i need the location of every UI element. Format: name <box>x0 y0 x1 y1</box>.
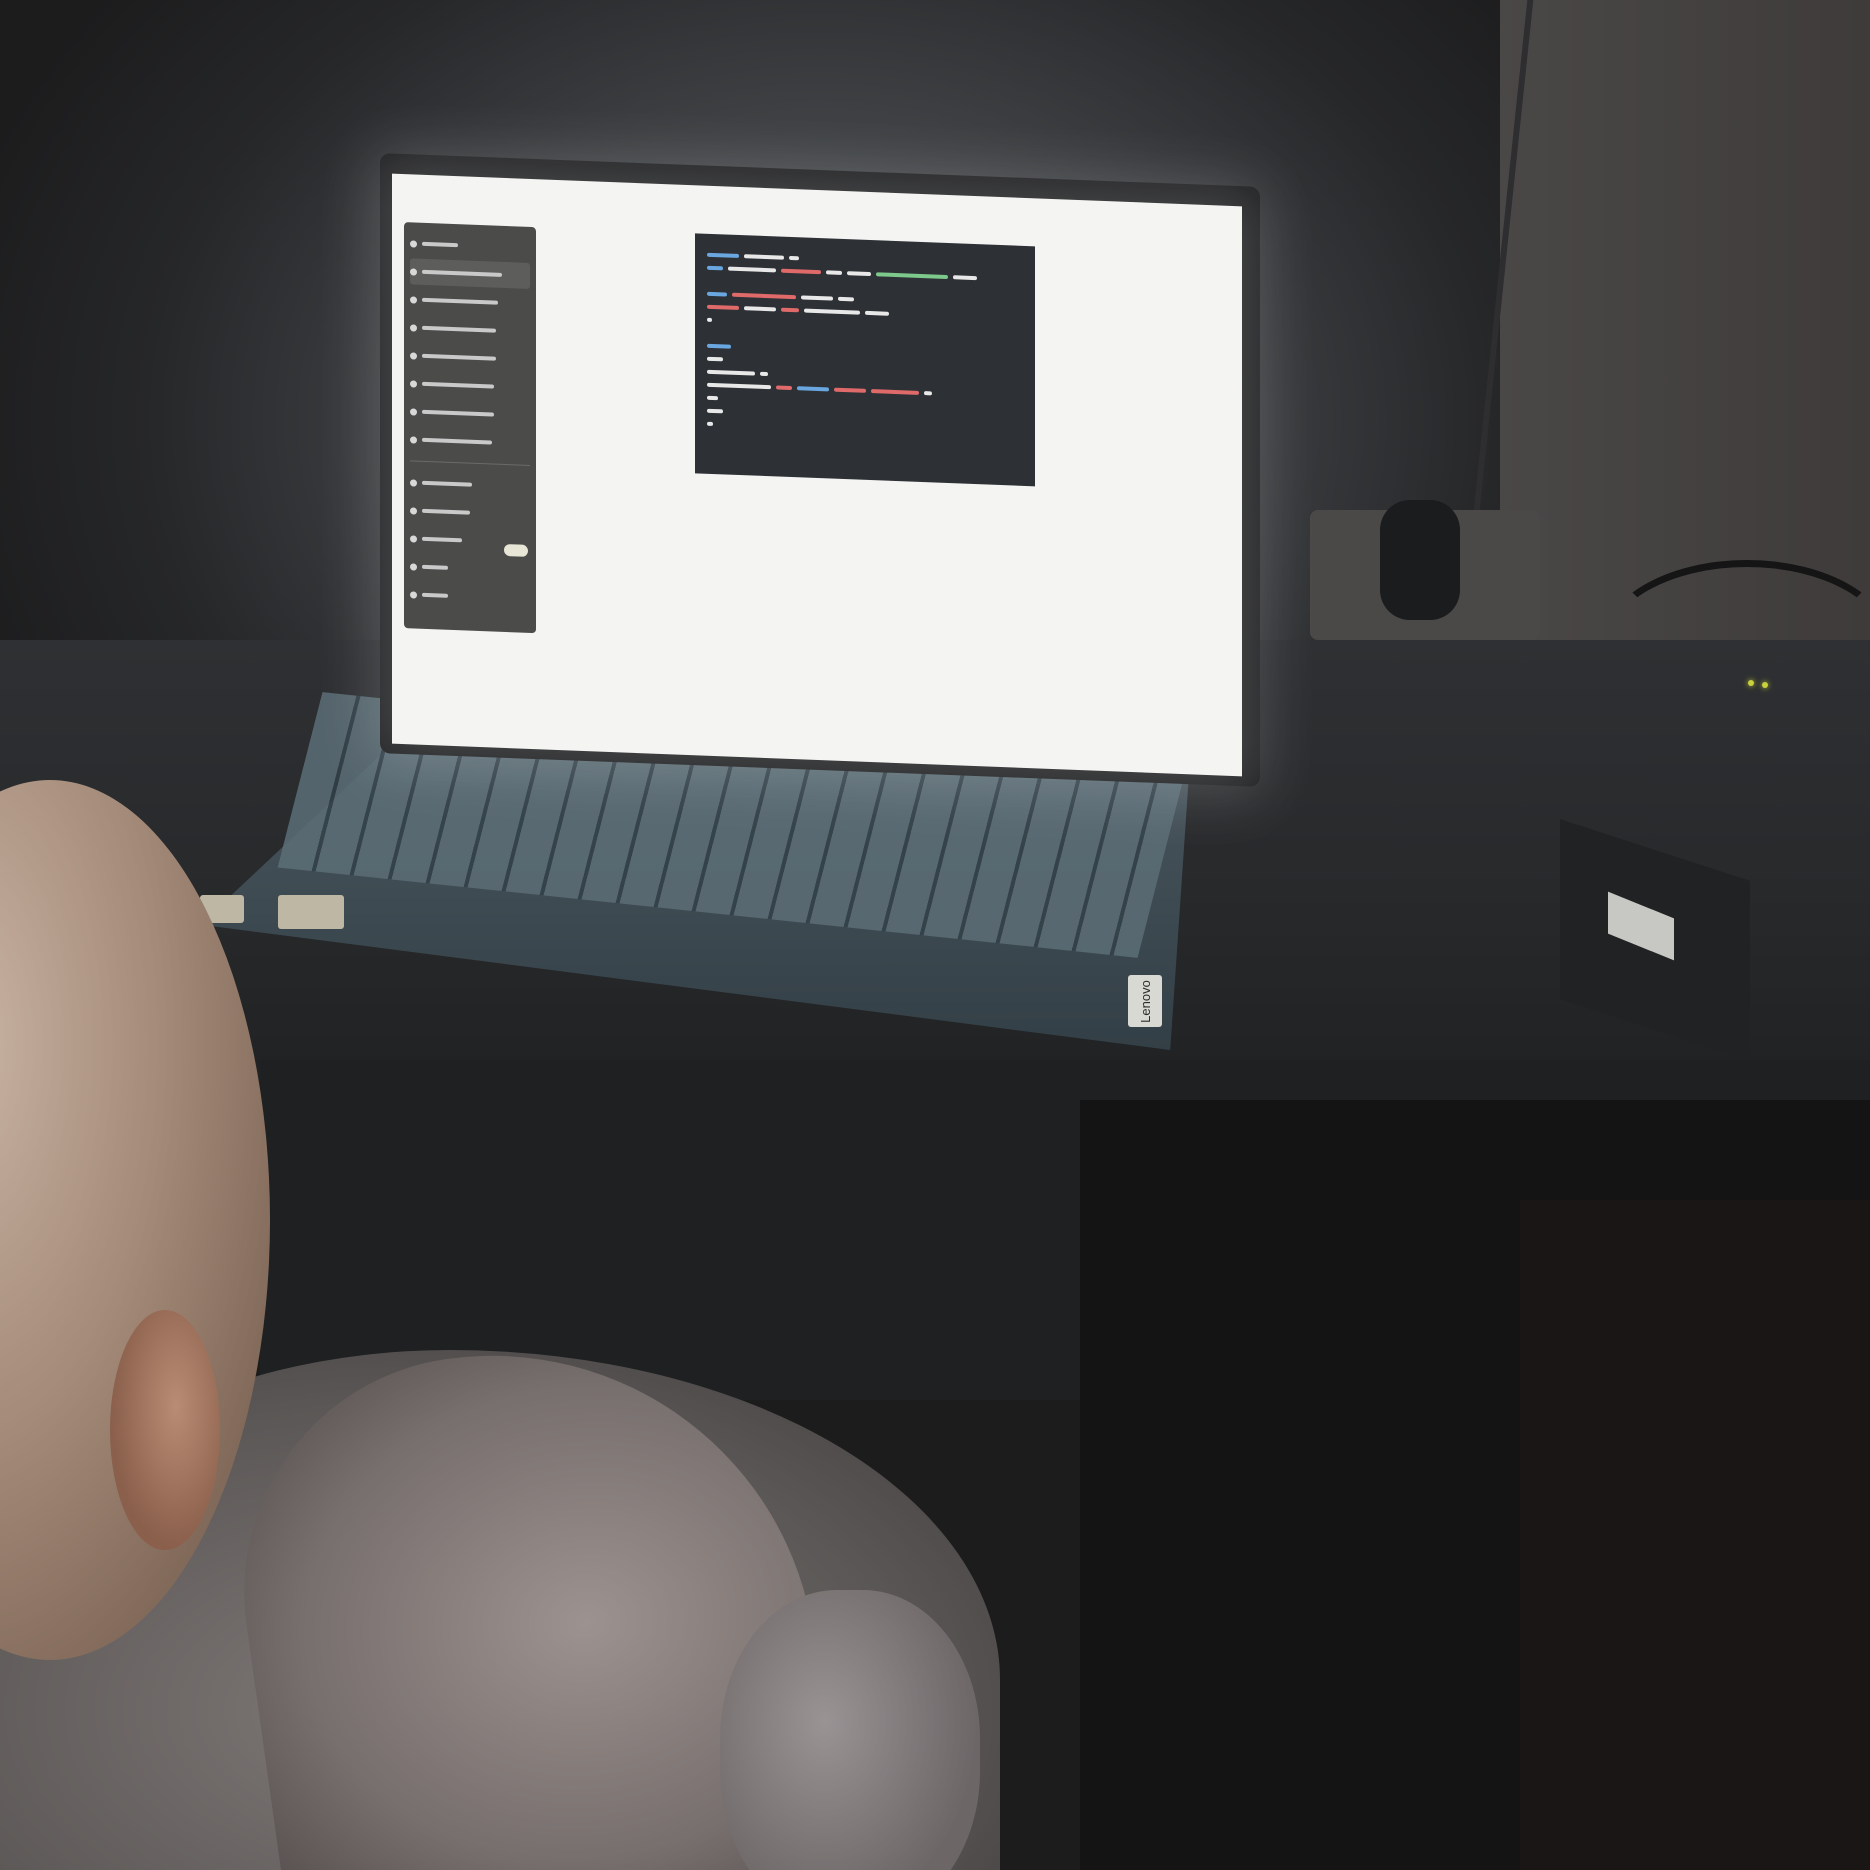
sidebar-item[interactable] <box>410 469 530 500</box>
sidebar-item-label <box>422 325 496 333</box>
code-line <box>707 304 1023 321</box>
sidebar-item-label <box>422 353 496 361</box>
code-token <box>876 272 948 280</box>
sidebar-item-icon <box>410 323 417 332</box>
code-line <box>707 343 1023 360</box>
code-token <box>707 291 727 297</box>
code-token <box>953 275 977 281</box>
sidebar-footer-item[interactable] <box>410 553 530 584</box>
sidebar-footer-icon <box>410 506 417 515</box>
laptop-sticker <box>278 895 344 929</box>
photo-scene: Lenovo <box>0 0 1870 1870</box>
sidebar-item[interactable] <box>410 230 530 261</box>
sidebar-item-label <box>422 480 472 487</box>
furniture-right <box>1520 1200 1870 1870</box>
code-token <box>847 271 871 277</box>
code-token <box>707 408 723 414</box>
code-token <box>776 385 792 391</box>
sidebar-item[interactable] <box>410 426 530 457</box>
code-token <box>707 343 731 349</box>
laptop-screen <box>392 173 1242 777</box>
sidebar-item[interactable] <box>410 342 530 373</box>
sidebar-item[interactable] <box>410 398 530 429</box>
sidebar-footer-label <box>422 564 448 570</box>
code-token <box>838 296 854 302</box>
sidebar-footer-label <box>422 536 462 543</box>
code-line <box>707 382 1023 399</box>
sidebar-item-icon <box>410 295 417 304</box>
code-token <box>707 304 739 311</box>
code-token <box>865 310 889 316</box>
sidebar-footer-item[interactable] <box>410 497 530 528</box>
code-token <box>789 255 799 261</box>
sidebar-item-icon <box>410 351 417 360</box>
theme-toggle[interactable] <box>504 543 528 557</box>
code-line <box>707 421 1023 438</box>
code-line <box>707 369 1023 386</box>
sidebar-item-icon <box>410 379 417 388</box>
code-token <box>728 266 776 273</box>
code-token <box>924 391 932 396</box>
code-line <box>707 291 1023 308</box>
sidebar-item-label <box>422 269 502 277</box>
baby-ear <box>110 1310 220 1550</box>
brand-text: Lenovo <box>1137 979 1153 1023</box>
code-token <box>801 295 833 301</box>
code-token <box>744 306 776 312</box>
code-token <box>707 265 723 271</box>
sidebar-footer-label <box>422 508 470 515</box>
code-block <box>695 233 1035 487</box>
sidebar-divider <box>410 460 530 466</box>
sidebar-footer-icon <box>410 534 417 543</box>
sidebar-item-label <box>422 381 494 389</box>
code-token <box>781 268 821 275</box>
power-plug <box>1380 500 1460 620</box>
code-token <box>707 382 771 390</box>
code-token <box>760 371 768 377</box>
sidebar-item-icon <box>410 478 417 487</box>
code-token <box>781 307 799 313</box>
code-line <box>707 395 1023 412</box>
code-token <box>707 395 718 401</box>
sidebar-item-icon <box>410 407 417 416</box>
code-token <box>707 317 712 322</box>
code-token <box>744 254 784 260</box>
app-sidebar <box>404 222 536 634</box>
code-token <box>707 356 723 362</box>
code-line <box>707 252 1023 269</box>
code-token <box>871 389 919 395</box>
sidebar-item-icon <box>410 435 417 444</box>
code-token <box>834 387 866 393</box>
sidebar-item-label <box>422 241 458 248</box>
sidebar-item[interactable] <box>410 370 530 401</box>
sidebar-item-label <box>422 297 498 305</box>
code-line <box>707 408 1023 425</box>
code-token <box>826 270 842 275</box>
code-line <box>707 317 1023 334</box>
code-line <box>707 356 1023 373</box>
code-token <box>797 386 829 392</box>
code-token <box>707 252 739 259</box>
code-token <box>732 292 796 300</box>
code-token <box>707 421 713 427</box>
sidebar-item[interactable] <box>410 286 530 317</box>
sidebar-item[interactable] <box>410 314 530 345</box>
sidebar-footer-icon <box>410 590 417 599</box>
sidebar-item-icon <box>410 267 417 276</box>
sidebar-item-label <box>422 437 492 445</box>
baby-hand <box>720 1590 980 1870</box>
sidebar-footer-item[interactable] <box>410 581 530 612</box>
sidebar-footer-icon <box>410 562 417 571</box>
laptop-brand-badge: Lenovo <box>1128 975 1162 1027</box>
sidebar-footer-label <box>422 592 448 598</box>
code-token <box>804 308 860 315</box>
code-line <box>707 265 1023 282</box>
sidebar-item-icon <box>410 239 417 248</box>
sidebar-item[interactable] <box>410 258 530 289</box>
code-token <box>707 369 755 376</box>
sidebar-item-label <box>422 409 494 417</box>
